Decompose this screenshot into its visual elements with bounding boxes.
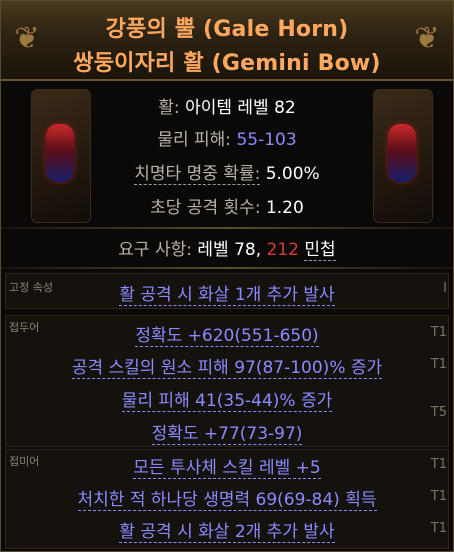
item-base-type: 쌍둥이자리 활 (Gemini Bow) [73,51,381,76]
requirements-line: 요구 사항: 레벨 78, 212 민첩 [1,235,453,261]
tier-label: T1 [430,521,447,536]
crit-chance-value: 5.00% [265,164,320,184]
prefix-mod: 정확도 +77(73-97) [1,419,453,445]
suffix-mod-text[interactable]: 모든 투사체 스킬 레벨 +5 [133,458,321,479]
item-name: 강풍의 뿔 (Gale Horn) [105,17,349,42]
prefix-mod-text[interactable]: 정확도 +77(73-97) [151,424,303,445]
prefix-mod-text[interactable]: 물리 피해 41(35-44)% 증가 [121,391,333,412]
prefix-mod: 물리 피해 41(35-44)% 증가 [1,386,453,412]
prefix-mod: 공격 스킬의 원소 피해 97(87-100)% 증가 [1,353,453,379]
suffix-mod: 모든 투사체 스킬 레벨 +5 [1,453,453,479]
tier-label: T1 [430,325,447,340]
implicit-mod-text[interactable]: 활 공격 시 화살 1개 추가 발사 [119,285,335,306]
suffix-mod-text[interactable]: 활 공격 시 화살 2개 추가 발사 [119,522,335,543]
tier-label: T1 [430,489,447,504]
physical-damage-label: 물리 피해: [157,130,232,150]
suffix-mod: 활 공격 시 화살 2개 추가 발사 [1,517,453,543]
prefix-mod: 정확도 +620(551-650) [1,321,453,347]
divider [1,267,453,269]
prefix-mod-text[interactable]: 정확도 +620(551-650) [135,326,319,347]
crit-chance-line: 치명타 명중 확률: 5.00% [1,159,453,185]
tier-label: T1 [430,457,447,472]
requirements-label: 요구 사항: [118,240,192,260]
physical-damage-value: 55-103 [236,130,297,150]
implicit-mod: 활 공격 시 화살 1개 추가 발사 [1,280,453,306]
item-class-label: 활: [158,98,180,118]
attack-speed-value: 1.20 [265,198,304,218]
tier-label: T5 [430,405,447,420]
requirement-level: 레벨 78, [197,240,262,260]
item-level: 아이템 레벨 82 [185,98,296,118]
item-class-line: 활: 아이템 레벨 82 [1,93,453,118]
requirement-dex-label[interactable]: 민첩 [304,240,336,261]
requirement-dex-value: 212 [266,240,299,260]
tier-label: T1 [430,357,447,372]
item-header: ❦ ❦ 강풍의 뿔 (Gale Horn) 쌍둥이자리 활 (Gemini Bo… [1,1,453,81]
suffix-mod: 처치한 적 하나당 생명력 69(69-84) 획득 [1,485,453,511]
crit-chance-label[interactable]: 치명타 명중 확률: [134,164,261,185]
divider [1,227,453,229]
attack-speed-line: 초당 공격 횟수: 1.20 [1,193,453,218]
physical-damage-line: 물리 피해: 55-103 [1,125,453,150]
prefix-mod-text[interactable]: 공격 스킬의 원소 피해 97(87-100)% 증가 [71,358,383,379]
suffix-mod-text[interactable]: 처치한 적 하나당 생명력 69(69-84) 획득 [77,490,377,511]
attack-speed-label: 초당 공격 횟수: [150,198,261,218]
item-tooltip: ❦ ❦ 강풍의 뿔 (Gale Horn) 쌍둥이자리 활 (Gemini Bo… [0,0,454,552]
